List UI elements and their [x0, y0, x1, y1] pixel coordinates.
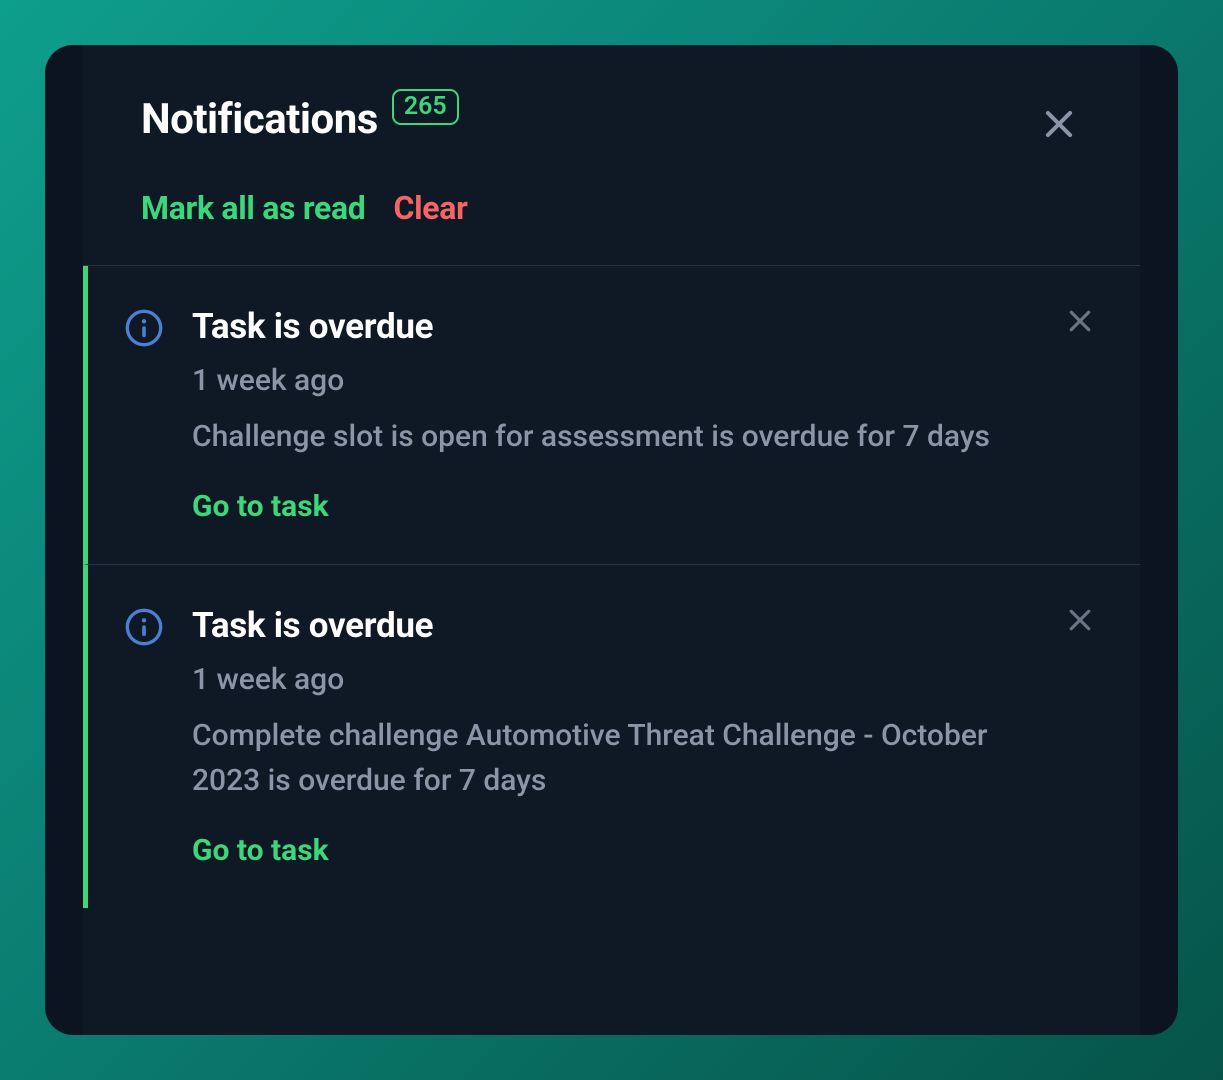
notification-body: Task is overdue 1 week ago Complete chal… — [192, 605, 1095, 868]
notification-time: 1 week ago — [192, 662, 1045, 697]
dismiss-notification-button[interactable] — [1065, 605, 1095, 639]
panel-title: Notifications — [141, 95, 378, 144]
notification-item: Task is overdue 1 week ago Complete chal… — [83, 565, 1140, 908]
header-actions: Mark all as read Clear — [141, 189, 1082, 227]
title-group: Notifications 265 — [141, 95, 459, 144]
close-icon — [1065, 306, 1095, 336]
panel-header: Notifications 265 Mark all as read Clear — [83, 45, 1140, 265]
info-icon — [124, 607, 164, 647]
notifications-panel: Notifications 265 Mark all as read Clear — [45, 45, 1178, 1035]
close-icon — [1065, 605, 1095, 635]
notification-description: Complete challenge Automotive Threat Cha… — [192, 713, 1045, 803]
notifications-list: Task is overdue 1 week ago Challenge slo… — [83, 265, 1140, 908]
go-to-task-link[interactable]: Go to task — [192, 833, 329, 868]
notification-item: Task is overdue 1 week ago Challenge slo… — [83, 266, 1140, 565]
title-row: Notifications 265 — [141, 95, 1082, 151]
notification-description: Challenge slot is open for assessment is… — [192, 414, 1045, 459]
notification-count-badge: 265 — [392, 89, 459, 125]
notification-body: Task is overdue 1 week ago Challenge slo… — [192, 306, 1095, 524]
panel-inner: Notifications 265 Mark all as read Clear — [83, 45, 1140, 1035]
dismiss-notification-button[interactable] — [1065, 306, 1095, 340]
info-icon — [124, 308, 164, 348]
notification-time: 1 week ago — [192, 363, 1045, 398]
clear-button[interactable]: Clear — [393, 189, 467, 227]
notification-title: Task is overdue — [192, 306, 1045, 347]
go-to-task-link[interactable]: Go to task — [192, 489, 329, 524]
mark-all-read-button[interactable]: Mark all as read — [141, 189, 365, 227]
notification-title: Task is overdue — [192, 605, 1045, 646]
close-icon — [1040, 105, 1078, 143]
close-panel-button[interactable] — [1036, 101, 1082, 151]
